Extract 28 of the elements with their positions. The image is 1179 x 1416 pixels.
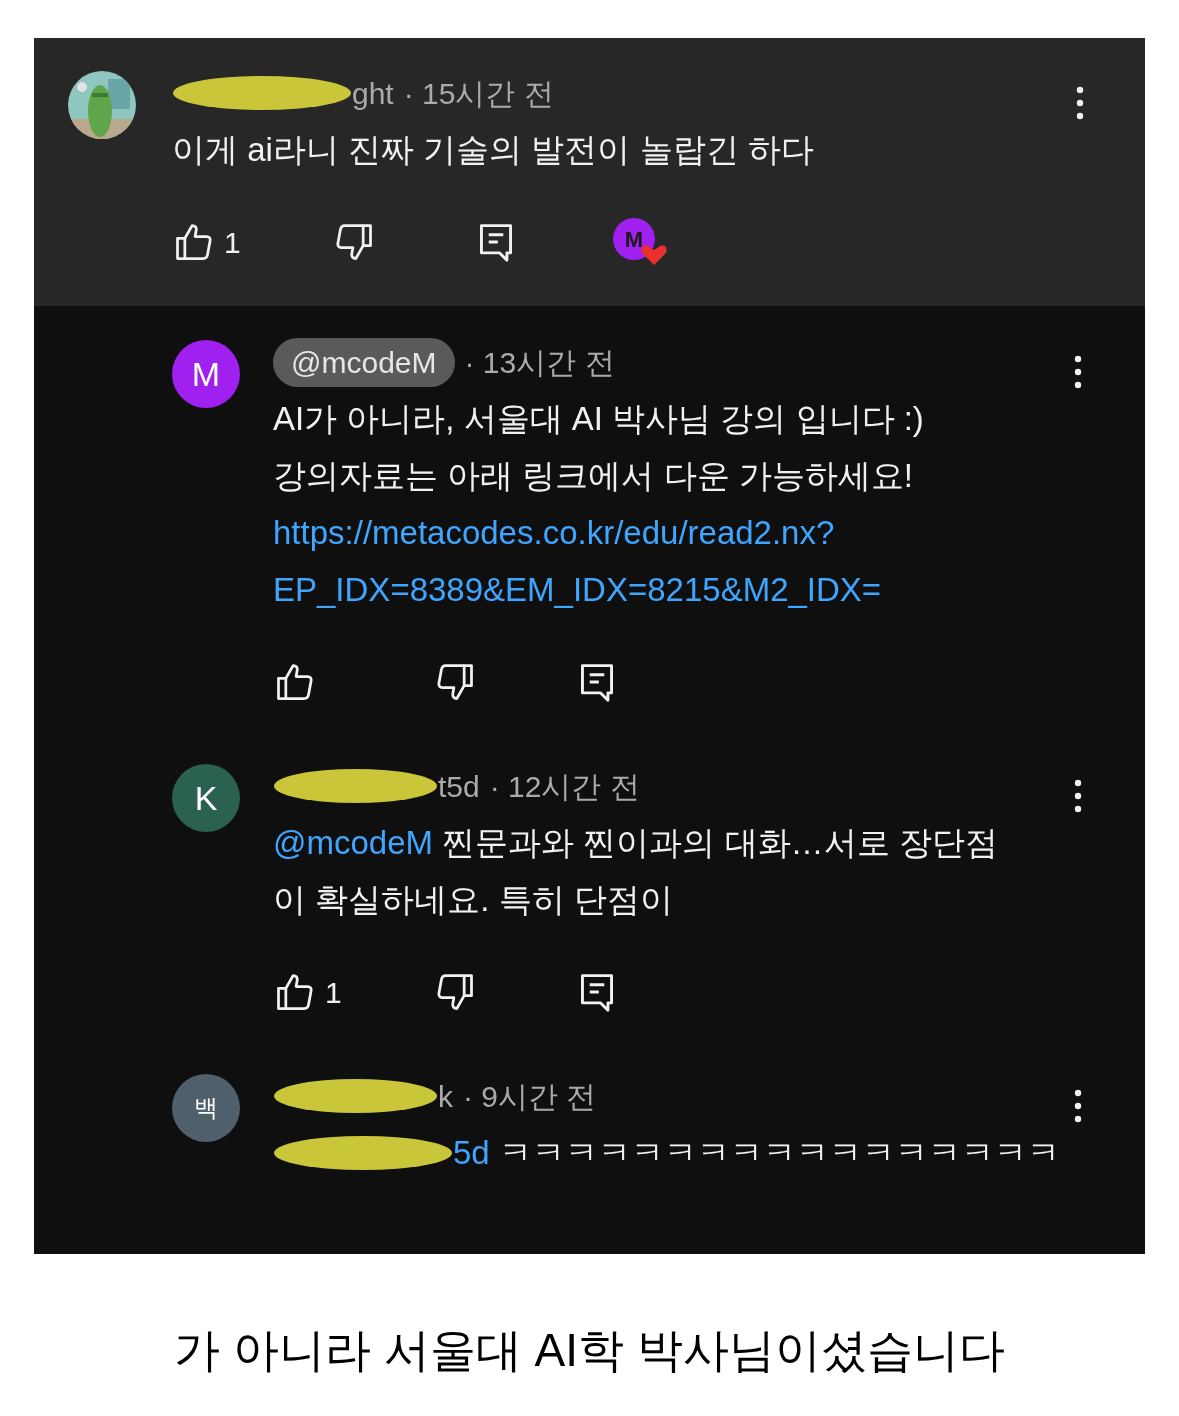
mention-link[interactable]: @mcodeM bbox=[273, 817, 434, 868]
more-options-icon[interactable] bbox=[1073, 779, 1083, 813]
timestamp: · 15시간 전 bbox=[403, 75, 554, 112]
comment-text: 강의자료는 아래 링크에서 다운 가능하세요! bbox=[273, 455, 913, 496]
caption: 가 아니라 서울대 AI학 박사님이셨습니다 bbox=[174, 1323, 1005, 1378]
mention-link[interactable]: 5d bbox=[453, 1127, 490, 1178]
timestamp: · 13시간 전 bbox=[464, 344, 615, 381]
avatar[interactable]: M bbox=[172, 340, 240, 408]
comment-text: 찐문과와 찐이과의 대화…서로 장단점 bbox=[441, 822, 998, 863]
more-options-icon[interactable] bbox=[1073, 355, 1083, 389]
avatar[interactable]: K bbox=[172, 764, 240, 832]
comment-text: 이게 ai라니 진짜 기술의 발전이 놀랍긴 하다 bbox=[172, 129, 814, 170]
comment-text: 이 확실하네요. 특히 단점이 bbox=[273, 879, 673, 920]
link[interactable]: https://metacodes.co.kr/edu/read2.nx? bbox=[273, 507, 835, 558]
link[interactable]: EP_IDX=8389&EM_IDX=8215&M2_IDX= bbox=[273, 564, 882, 615]
author-name[interactable]: t5d bbox=[438, 763, 480, 809]
author-name[interactable]: k bbox=[438, 1073, 453, 1119]
timestamp: · 9시간 전 bbox=[463, 1078, 597, 1115]
comment-text: AI가 아니라, 서울대 AI 박사님 강의 입니다 :) bbox=[273, 398, 924, 439]
more-options-icon[interactable] bbox=[1073, 1089, 1083, 1123]
comment-text: ㅋㅋㅋㅋㅋㅋㅋㅋㅋㅋㅋㅋㅋㅋㅋㅋㅋ bbox=[497, 1132, 1060, 1173]
timestamp: · 12시간 전 bbox=[489, 768, 640, 805]
like-count: 1 bbox=[224, 224, 241, 261]
author-handle[interactable]: @mcodeM bbox=[273, 337, 455, 387]
more-options-icon[interactable] bbox=[1075, 86, 1085, 120]
like-count: 1 bbox=[325, 974, 342, 1011]
avatar[interactable]: 백 bbox=[172, 1074, 240, 1142]
author-name[interactable]: ght bbox=[352, 70, 394, 116]
